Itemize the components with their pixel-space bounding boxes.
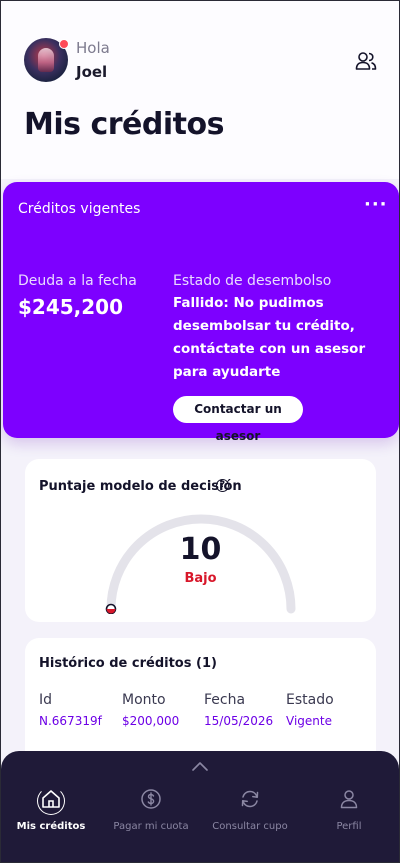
refresh-icon <box>241 790 259 808</box>
active-indicator <box>37 787 65 815</box>
card-title: Créditos vigentes <box>18 201 141 217</box>
app-screen: Hola Joel Mis créditos Créditos vigentes… <box>1 1 399 862</box>
header: Hola Joel Mis créditos <box>1 1 399 179</box>
nav-label-mis-creditos: Mis créditos <box>16 821 86 832</box>
page-title: Mis créditos <box>24 107 224 142</box>
header-status: Estado <box>286 692 334 708</box>
user-name: Joel <box>76 63 108 81</box>
header-id: Id <box>39 692 53 708</box>
contact-advisor-button[interactable]: Contactar un asesor <box>173 396 303 443</box>
disbursement-status-label: Estado de desembolso <box>173 273 332 289</box>
users-icon[interactable] <box>355 51 377 71</box>
credit-status: Vigente <box>286 714 332 728</box>
chevron-up-icon[interactable] <box>190 760 210 772</box>
avatar-figure <box>38 48 54 72</box>
debt-value: $245,200 <box>18 295 124 319</box>
decision-score-card: Puntaje modelo de decisión ? 10 Bajo <box>25 459 376 622</box>
score-value: 10 <box>179 532 222 567</box>
nav-item-consultar-cupo[interactable]: Consultar cupo <box>201 787 299 847</box>
user-icon <box>340 790 358 809</box>
disbursement-status-message: Fallido: No pudimos desembolsar tu crédi… <box>173 295 366 380</box>
credit-id[interactable]: N.667319f <box>39 714 102 728</box>
score-title: Puntaje modelo de decisión <box>39 479 242 494</box>
dollar-icon <box>141 789 161 809</box>
header-date: Fecha <box>204 692 246 708</box>
credit-date: 15/05/2026 <box>204 714 274 728</box>
more-horizontal-icon[interactable]: ··· <box>364 196 388 214</box>
nav-item-pagar-mi-cuota[interactable]: Pagar mi cuota <box>102 787 200 847</box>
greeting: Hola <box>76 39 110 57</box>
notification-dot <box>59 39 69 49</box>
bottom-navigation: Mis créditos Pagar mi cuota Consultar cu… <box>1 751 399 862</box>
nav-item-perfil[interactable]: Perfil <box>300 787 398 847</box>
active-credits-card: Créditos vigentes ··· Deuda a la fecha $… <box>3 182 399 443</box>
nav-label-pagar-mi-cuota: Pagar mi cuota <box>113 821 189 832</box>
header-amount: Monto <box>122 692 166 708</box>
help-icon[interactable]: ? <box>216 479 229 492</box>
nav-label-consultar-cupo: Consultar cupo <box>212 821 288 832</box>
debt-label: Deuda a la fecha <box>18 273 137 289</box>
history-title: Histórico de créditos (1) <box>39 656 217 671</box>
nav-label-perfil: Perfil <box>336 821 362 832</box>
nav-item-mis-creditos[interactable]: Mis créditos <box>2 787 100 847</box>
credit-amount: $200,000 <box>122 714 180 728</box>
score-level: Bajo <box>184 571 217 586</box>
